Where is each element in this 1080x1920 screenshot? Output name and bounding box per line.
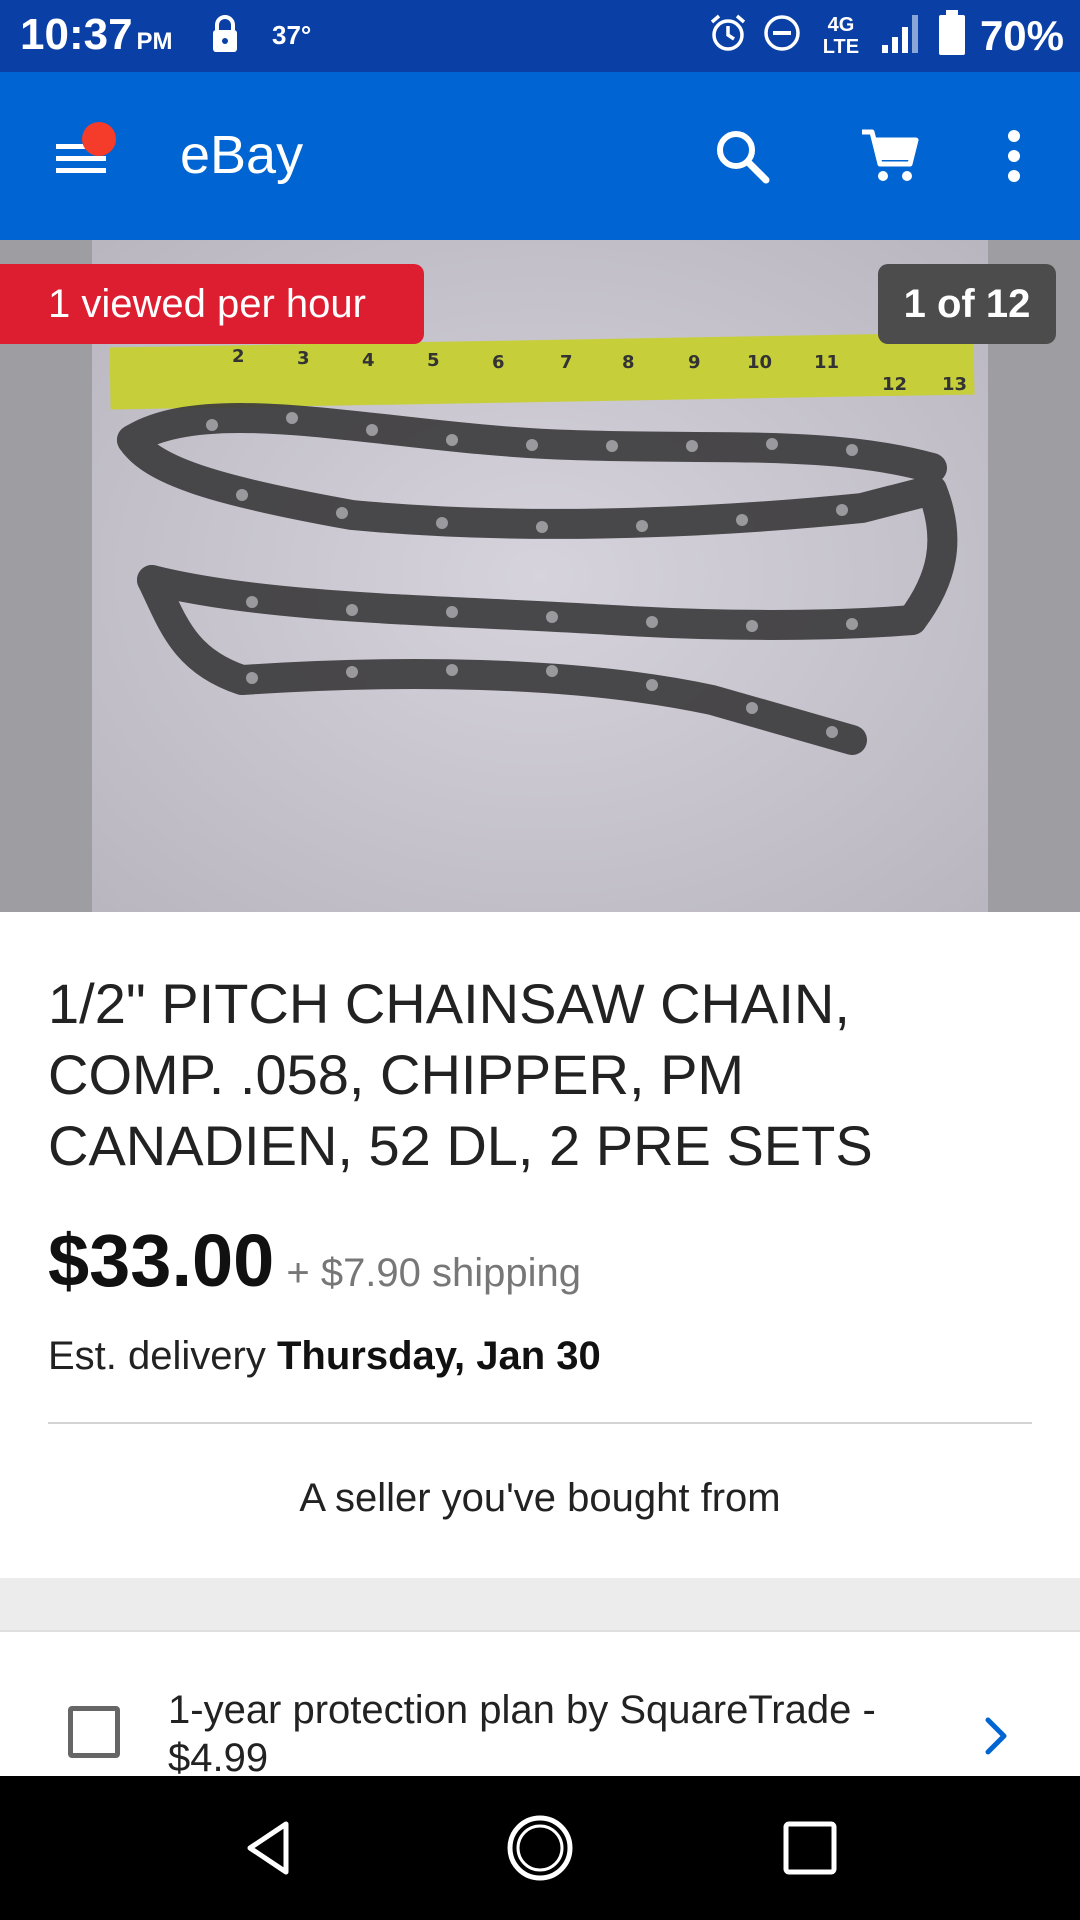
- section-separator: [0, 1578, 1080, 1630]
- protection-plan-row[interactable]: 1-year protection plan by SquareTrade - …: [0, 1632, 1080, 1780]
- app-bar: eBay: [0, 72, 1080, 240]
- status-bar: 10:37 PM 37° 4G LTE 70%: [0, 0, 1080, 72]
- svg-text:3: 3: [297, 348, 310, 369]
- status-time: 10:37 PM: [20, 10, 173, 60]
- shipping-cost: + $7.90 shipping: [286, 1251, 582, 1295]
- svg-text:10: 10: [747, 352, 772, 373]
- listing-title: 1/2" PITCH CHAINSAW CHAIN, COMP. .058, C…: [48, 972, 873, 1177]
- svg-text:6: 6: [492, 352, 505, 373]
- delivery-label: Est. delivery: [48, 1334, 277, 1378]
- system-nav-bar: [0, 1776, 1080, 1920]
- price-row: $33.00 + $7.90 shipping: [48, 1218, 581, 1303]
- notification-dot: [82, 122, 116, 156]
- more-vert-icon: [982, 130, 1046, 192]
- cart-button[interactable]: [858, 124, 922, 188]
- svg-text:11: 11: [814, 352, 839, 373]
- seller-note: A seller you've bought from: [299, 1476, 781, 1520]
- back-icon[interactable]: [234, 1814, 302, 1882]
- do-not-disturb-icon: [762, 13, 802, 58]
- recents-icon[interactable]: [776, 1814, 844, 1882]
- menu-icon: [52, 144, 116, 192]
- divider: [48, 1422, 1032, 1424]
- viewed-per-hour-badge: 1 viewed per hour: [0, 264, 424, 344]
- app-title: eBay: [180, 125, 304, 185]
- status-time-ampm: PM: [136, 28, 173, 55]
- svg-text:5: 5: [427, 350, 440, 371]
- search-button[interactable]: [710, 124, 774, 188]
- search-icon: [710, 131, 774, 192]
- image-gallery[interactable]: 234 567 8 9 10 11 12 13 1 viewed per hour 1: [0, 240, 1080, 912]
- svg-text:2: 2: [232, 346, 245, 367]
- chevron-right-icon[interactable]: [978, 1714, 1014, 1763]
- more-options-button[interactable]: [982, 124, 1046, 188]
- status-temperature: 37°: [272, 20, 312, 50]
- svg-text:13: 13: [942, 374, 967, 395]
- signal-icon: [880, 11, 924, 60]
- home-icon[interactable]: [506, 1814, 574, 1882]
- svg-text:4: 4: [362, 350, 375, 371]
- protection-plan-label: 1-year protection plan by SquareTrade - …: [168, 1688, 876, 1780]
- battery-icon: [938, 10, 966, 61]
- protection-plan-checkbox[interactable]: [68, 1706, 120, 1758]
- image-counter: 1 of 12: [878, 264, 1056, 344]
- cart-icon: [858, 129, 922, 192]
- battery-percent: 70%: [979, 11, 1064, 59]
- item-price: $33.00: [48, 1219, 275, 1302]
- svg-text:8: 8: [622, 352, 635, 373]
- lock-icon: [210, 14, 240, 59]
- status-time-value: 10:37: [20, 10, 133, 59]
- lte-icon: 4G LTE: [822, 13, 860, 58]
- estimated-delivery: Est. delivery Thursday, Jan 30: [48, 1334, 601, 1379]
- svg-text:7: 7: [560, 352, 573, 373]
- delivery-date: Thursday, Jan 30: [276, 1334, 601, 1378]
- svg-text:9: 9: [688, 352, 701, 373]
- alarm-icon: [708, 13, 748, 58]
- svg-text:12: 12: [882, 374, 907, 395]
- status-icons: 4G LTE 70%: [708, 10, 1064, 61]
